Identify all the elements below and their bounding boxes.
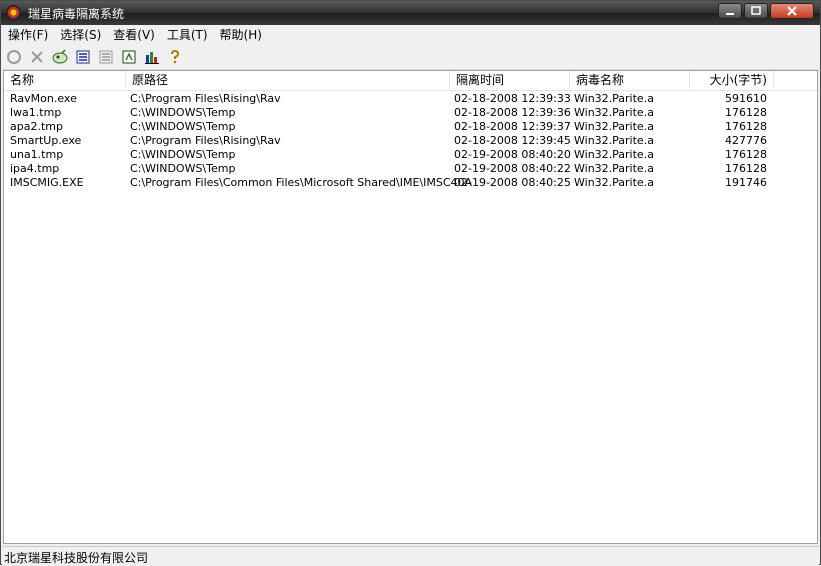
menu-view[interactable]: 查看(V) [107,25,161,45]
minimize-button[interactable] [718,3,742,19]
cell-name: ipa4.tmp [10,162,60,175]
cell-virus: Win32.Parite.a [574,92,654,105]
list-view-icon [76,50,90,64]
quarantine-list[interactable]: 名称 原路径 隔离时间 病毒名称 大小(字节) RavMon.exe C:\Pr… [3,70,818,544]
column-header-time[interactable]: 隔离时间 [450,71,570,89]
maximize-button[interactable] [744,3,768,19]
cell-path: C:\Program Files\Rising\Rav [130,134,281,147]
cell-path: C:\Program Files\Rising\Rav [130,92,281,105]
add-icon [52,49,68,64]
column-header-virus[interactable]: 病毒名称 [570,71,690,89]
cell-virus: Win32.Parite.a [574,148,654,161]
table-row[interactable]: una1.tmp C:\WINDOWS\Temp 02-19-2008 08:4… [4,148,817,162]
status-text: 北京瑞星科技股份有限公司 [4,551,149,565]
cell-time: 02-19-2008 08:40:20 [454,148,571,161]
add-button[interactable] [51,48,69,66]
title-bar[interactable]: 瑞星病毒隔离系统 [1,1,820,25]
cell-virus: Win32.Parite.a [574,134,654,147]
cell-time: 02-19-2008 08:40:22 [454,162,571,175]
column-header-name[interactable]: 名称 [4,71,126,89]
cell-time: 02-18-2008 12:39:45 [454,134,571,147]
cell-path: C:\Program Files\Common Files\Microsoft … [130,176,473,189]
menu-bar: 操作(F) 选择(S) 查看(V) 工具(T) 帮助(H) [2,25,819,45]
statistics-button[interactable] [143,48,161,66]
cell-size: 176128 [725,162,767,175]
app-logo-icon[interactable] [6,5,21,20]
restore-icon [7,50,21,64]
list-header: 名称 原路径 隔离时间 病毒名称 大小(字节) [4,71,817,91]
cell-size: 191746 [725,176,767,189]
cell-time: 02-18-2008 12:39:33 [454,92,571,105]
details-view-button[interactable] [97,48,115,66]
column-header-size[interactable]: 大小(字节) [690,71,774,89]
properties-button[interactable] [120,48,138,66]
cell-size: 591610 [725,92,767,105]
table-row[interactable]: lwa1.tmp C:\WINDOWS\Temp 02-18-2008 12:3… [4,106,817,120]
cell-size: 176128 [725,106,767,119]
table-row[interactable]: IMSCMIG.EXE C:\Program Files\Common File… [4,176,817,190]
cell-name: SmartUp.exe [10,134,82,147]
list-view-button[interactable] [74,48,92,66]
delete-icon [31,51,43,63]
help-button[interactable] [166,48,184,66]
table-row[interactable]: RavMon.exe C:\Program Files\Rising\Rav 0… [4,92,817,106]
toolbar [2,45,819,70]
menu-help[interactable]: 帮助(H) [214,25,268,45]
properties-icon [122,50,136,64]
cell-path: C:\WINDOWS\Temp [130,162,236,175]
caption-buttons [718,3,814,19]
column-header-path[interactable]: 原路径 [126,71,450,89]
chart-icon [145,52,159,64]
close-button[interactable] [770,3,814,19]
status-bar: 北京瑞星科技股份有限公司 [2,546,819,566]
cell-virus: Win32.Parite.a [574,162,654,175]
cell-virus: Win32.Parite.a [574,176,654,189]
maximize-icon [751,6,761,15]
menu-select[interactable]: 选择(S) [54,25,107,45]
cell-name: una1.tmp [10,148,64,161]
cell-virus: Win32.Parite.a [574,106,654,119]
menu-tools[interactable]: 工具(T) [161,25,214,45]
table-row[interactable]: SmartUp.exe C:\Program Files\Rising\Rav … [4,134,817,148]
window-title: 瑞星病毒隔离系统 [28,7,125,21]
app-window: 瑞星病毒隔离系统 操作(F) 选择(S) 查看(V) 工具(T) 帮助(H) 名… [0,0,821,566]
cell-time: 02-18-2008 12:39:36 [454,106,571,119]
cell-size: 176128 [725,120,767,133]
cell-virus: Win32.Parite.a [574,120,654,133]
help-icon [171,49,180,64]
details-view-icon [99,50,113,64]
cell-name: lwa1.tmp [10,106,62,119]
cell-time: 02-19-2008 08:40:25 [454,176,571,189]
cell-path: C:\WINDOWS\Temp [130,120,236,133]
table-row[interactable]: ipa4.tmp C:\WINDOWS\Temp 02-19-2008 08:4… [4,162,817,176]
cell-name: RavMon.exe [10,92,77,105]
cell-path: C:\WINDOWS\Temp [130,148,236,161]
menu-operation[interactable]: 操作(F) [2,25,54,45]
restore-button[interactable] [5,48,23,66]
cell-time: 02-18-2008 12:39:37 [454,120,571,133]
cell-name: apa2.tmp [10,120,63,133]
cell-path: C:\WINDOWS\Temp [130,106,236,119]
minimize-icon [726,13,734,15]
cell-size: 427776 [725,134,767,147]
close-icon [787,6,797,16]
cell-name: IMSCMIG.EXE [10,176,84,189]
table-row[interactable]: apa2.tmp C:\WINDOWS\Temp 02-18-2008 12:3… [4,120,817,134]
delete-button[interactable] [28,48,46,66]
cell-size: 176128 [725,148,767,161]
